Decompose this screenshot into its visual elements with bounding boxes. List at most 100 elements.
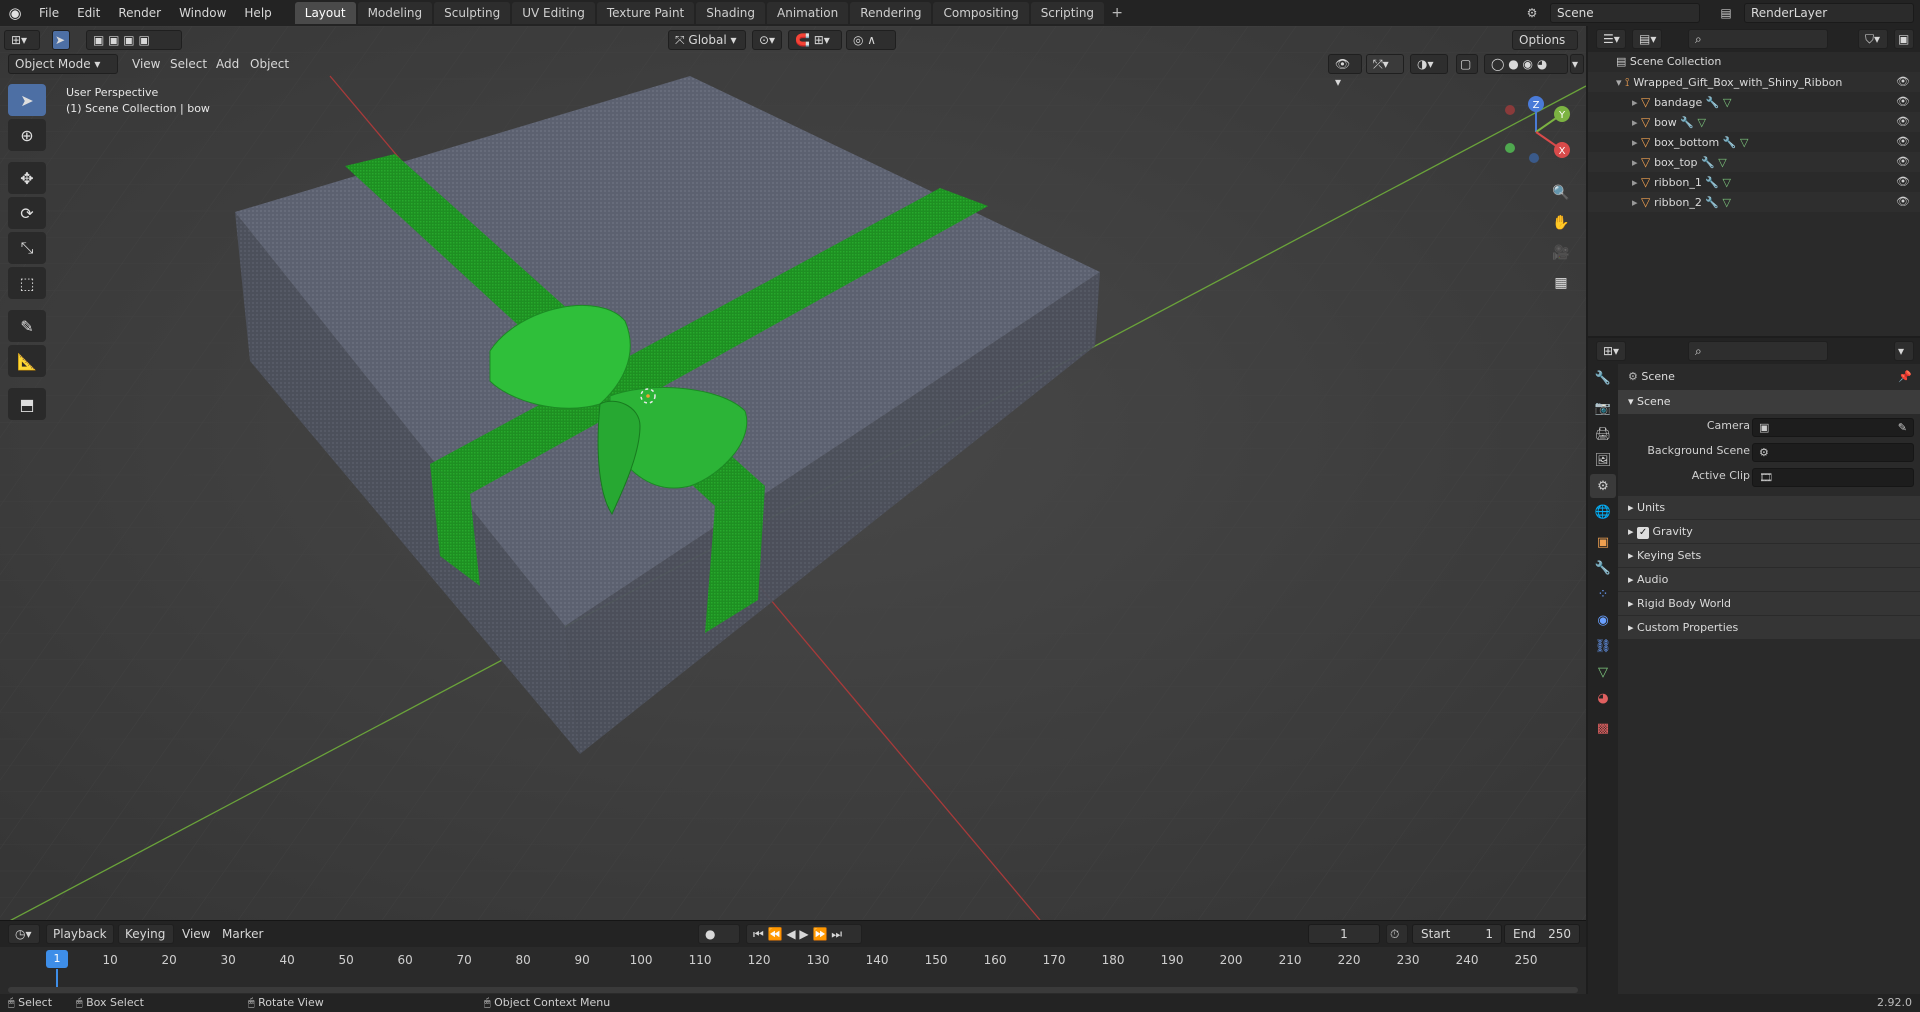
view-layer-field[interactable]: RenderLayer	[1744, 3, 1914, 23]
tab-compositing[interactable]: Compositing	[933, 2, 1029, 24]
annotate-tool[interactable]: ✎	[8, 310, 46, 342]
camera-view-icon[interactable]: 🎥	[1548, 240, 1574, 266]
render-tab-icon[interactable]: 📷	[1590, 396, 1616, 420]
add-workspace-icon[interactable]: +	[1106, 2, 1128, 24]
mode-dropdown[interactable]: Object Mode ▾	[8, 54, 118, 74]
blender-logo-icon[interactable]: ◉	[0, 0, 30, 26]
select-menu[interactable]: Select	[170, 54, 207, 74]
keying-dropdown[interactable]: Keying ▾	[118, 924, 174, 959]
shading-options-icon[interactable]: ▾	[1570, 54, 1584, 74]
menu-render[interactable]: Render	[109, 0, 170, 26]
perspective-toggle-icon[interactable]: ▦	[1548, 270, 1574, 296]
cursor-tool[interactable]: ⊕	[8, 119, 46, 151]
eye-icon[interactable]: 👁	[1896, 92, 1910, 112]
menu-file[interactable]: File	[30, 0, 68, 26]
menu-edit[interactable]: Edit	[68, 0, 109, 26]
expand-arrow-icon[interactable]: ▸	[1632, 176, 1641, 189]
xray-toggle-icon[interactable]: ▢	[1456, 54, 1478, 74]
outliner-object-row[interactable]: ▸ ▽ bow 🔧 ▽ 👁	[1588, 112, 1920, 132]
camera-field[interactable]: ▣ ✎	[1752, 418, 1914, 437]
tab-animation[interactable]: Animation	[767, 2, 849, 24]
tab-shading[interactable]: Shading	[696, 2, 765, 24]
scale-tool[interactable]: ⤡	[8, 232, 46, 264]
view-menu[interactable]: View	[132, 54, 160, 74]
units-panel[interactable]: ▸ Units	[1618, 496, 1920, 520]
scene-tab-icon[interactable]: ⚙	[1590, 474, 1616, 498]
rotate-tool[interactable]: ⟳	[8, 197, 46, 229]
editor-type-button[interactable]: ⊞▾	[4, 30, 40, 50]
timeline-editor-type-icon[interactable]: ◷▾	[8, 924, 40, 944]
end-frame-field[interactable]: End 250	[1504, 924, 1580, 944]
mesh-data-icon[interactable]: ▽	[1719, 96, 1731, 109]
outliner-object-row[interactable]: ▸ ▽ ribbon_2 🔧 ▽ 👁	[1588, 192, 1920, 212]
modifier-icon[interactable]: 🔧	[1702, 96, 1720, 109]
tab-uv-editing[interactable]: UV Editing	[512, 2, 595, 24]
texture-tab-icon[interactable]: ▩	[1590, 716, 1616, 740]
eye-icon[interactable]: 👁	[1896, 72, 1910, 92]
material-tab-icon[interactable]: ◕	[1590, 686, 1616, 710]
tab-texture-paint[interactable]: Texture Paint	[596, 2, 695, 24]
zoom-icon[interactable]: 🔍	[1548, 180, 1574, 206]
add-cube-tool[interactable]: ⬒	[8, 388, 46, 420]
view-layer-icon[interactable]: ▤	[1716, 3, 1736, 23]
modifier-icon[interactable]: 🔧	[1702, 196, 1719, 209]
view-layer-tab-icon[interactable]: 🖼	[1590, 448, 1616, 472]
mesh-data-icon[interactable]: ▽	[1719, 176, 1731, 189]
audio-panel[interactable]: ▸ Audio	[1618, 568, 1920, 592]
scene-collection-row[interactable]: ▤ Scene Collection	[1588, 52, 1920, 72]
pin-icon[interactable]: 📌	[1898, 364, 1912, 390]
proportional-edit-icon[interactable]: ◎ ∧	[846, 30, 896, 50]
navigation-gizmo[interactable]: Z Y X	[1496, 92, 1576, 172]
expand-arrow-icon[interactable]: ▸	[1632, 116, 1641, 129]
keying-sets-panel[interactable]: ▸ Keying Sets	[1618, 544, 1920, 568]
tab-modeling[interactable]: Modeling	[357, 2, 433, 24]
expand-arrow-icon[interactable]: ▸	[1632, 136, 1641, 149]
timeline-ruler[interactable]: 1 10 20 30 40 50 60 70 80 90 100 110 120 130 140 150 16…	[0, 947, 1586, 995]
current-frame-field[interactable]: 1	[1308, 924, 1380, 944]
world-tab-icon[interactable]: 🌐	[1590, 500, 1616, 524]
scene-name-field[interactable]: Scene	[1550, 3, 1700, 23]
mesh-data-icon[interactable]: ▽	[1694, 116, 1705, 129]
eye-icon[interactable]: 👁	[1896, 132, 1910, 152]
transform-tool[interactable]: ⬚	[8, 267, 46, 299]
modifier-icon[interactable]: 🔧	[1719, 136, 1737, 149]
mesh-data-icon[interactable]: ▽	[1719, 196, 1731, 209]
mesh-data-icon[interactable]: ▽	[1715, 156, 1726, 169]
tab-scripting[interactable]: Scripting	[1030, 2, 1105, 24]
constraints-tab-icon[interactable]: ⛓	[1590, 634, 1616, 658]
rigid-body-world-panel[interactable]: ▸ Rigid Body World	[1618, 592, 1920, 616]
expand-arrow-icon[interactable]: ▸	[1632, 96, 1641, 109]
gravity-checkbox[interactable]: ✓	[1637, 527, 1650, 539]
select-mode-buttons[interactable]: ▣ ▣ ▣ ▣	[86, 30, 182, 50]
object-menu[interactable]: Object	[250, 54, 289, 74]
display-mode-icon[interactable]: ▤▾	[1632, 29, 1662, 49]
outliner-object-row[interactable]: ▸ ▽ ribbon_1 🔧 ▽ 👁	[1588, 172, 1920, 192]
scene-selector-icon[interactable]: ⚙	[1522, 3, 1542, 23]
properties-editor-type-icon[interactable]: ⊞▾	[1596, 341, 1626, 361]
data-tab-icon[interactable]: ▽	[1590, 660, 1616, 684]
outliner-editor-type-icon[interactable]: ☰▾	[1596, 29, 1626, 49]
playback-controls[interactable]: ⏮ ⏪ ◀ ▶ ⏩ ⏭	[746, 924, 862, 944]
3d-viewport[interactable]: ⊞▾ ➤ ▣ ▣ ▣ ▣ Object Mode ▾ View Select A…	[0, 26, 1586, 920]
menu-help[interactable]: Help	[235, 0, 280, 26]
outliner-object-row[interactable]: ▸ ▽ bandage 🔧 ▽ 👁	[1588, 92, 1920, 112]
pan-hand-icon[interactable]: ✋	[1548, 210, 1574, 236]
timeline-scrollbar[interactable]	[8, 987, 1578, 993]
outliner-search-input[interactable]: ⌕	[1688, 29, 1828, 49]
tab-rendering[interactable]: Rendering	[850, 2, 932, 24]
visibility-icon[interactable]: 👁▾	[1328, 54, 1362, 89]
properties-search-input[interactable]: ⌕	[1688, 341, 1828, 361]
record-icon[interactable]: ●	[698, 924, 740, 944]
modifier-icon[interactable]: 🔧	[1698, 156, 1715, 169]
menu-window[interactable]: Window	[170, 0, 235, 26]
eye-icon[interactable]: 👁	[1896, 172, 1910, 192]
active-clip-field[interactable]: 🎞	[1752, 468, 1914, 487]
select-tool-icon[interactable]: ➤	[52, 30, 70, 50]
scene-panel-header[interactable]: ▾ Scene	[1618, 390, 1920, 414]
output-tab-icon[interactable]: 🖨	[1590, 422, 1616, 446]
custom-properties-panel[interactable]: ▸ Custom Properties	[1618, 616, 1920, 640]
collection-row[interactable]: ▾ ⟟ Wrapped_Gift_Box_with_Shiny_Ribbon 👁	[1588, 72, 1920, 92]
modifier-icon[interactable]: 🔧	[1702, 176, 1719, 189]
eye-icon[interactable]: 👁	[1896, 112, 1910, 132]
filter-icon[interactable]: ⛉▾	[1858, 29, 1888, 49]
